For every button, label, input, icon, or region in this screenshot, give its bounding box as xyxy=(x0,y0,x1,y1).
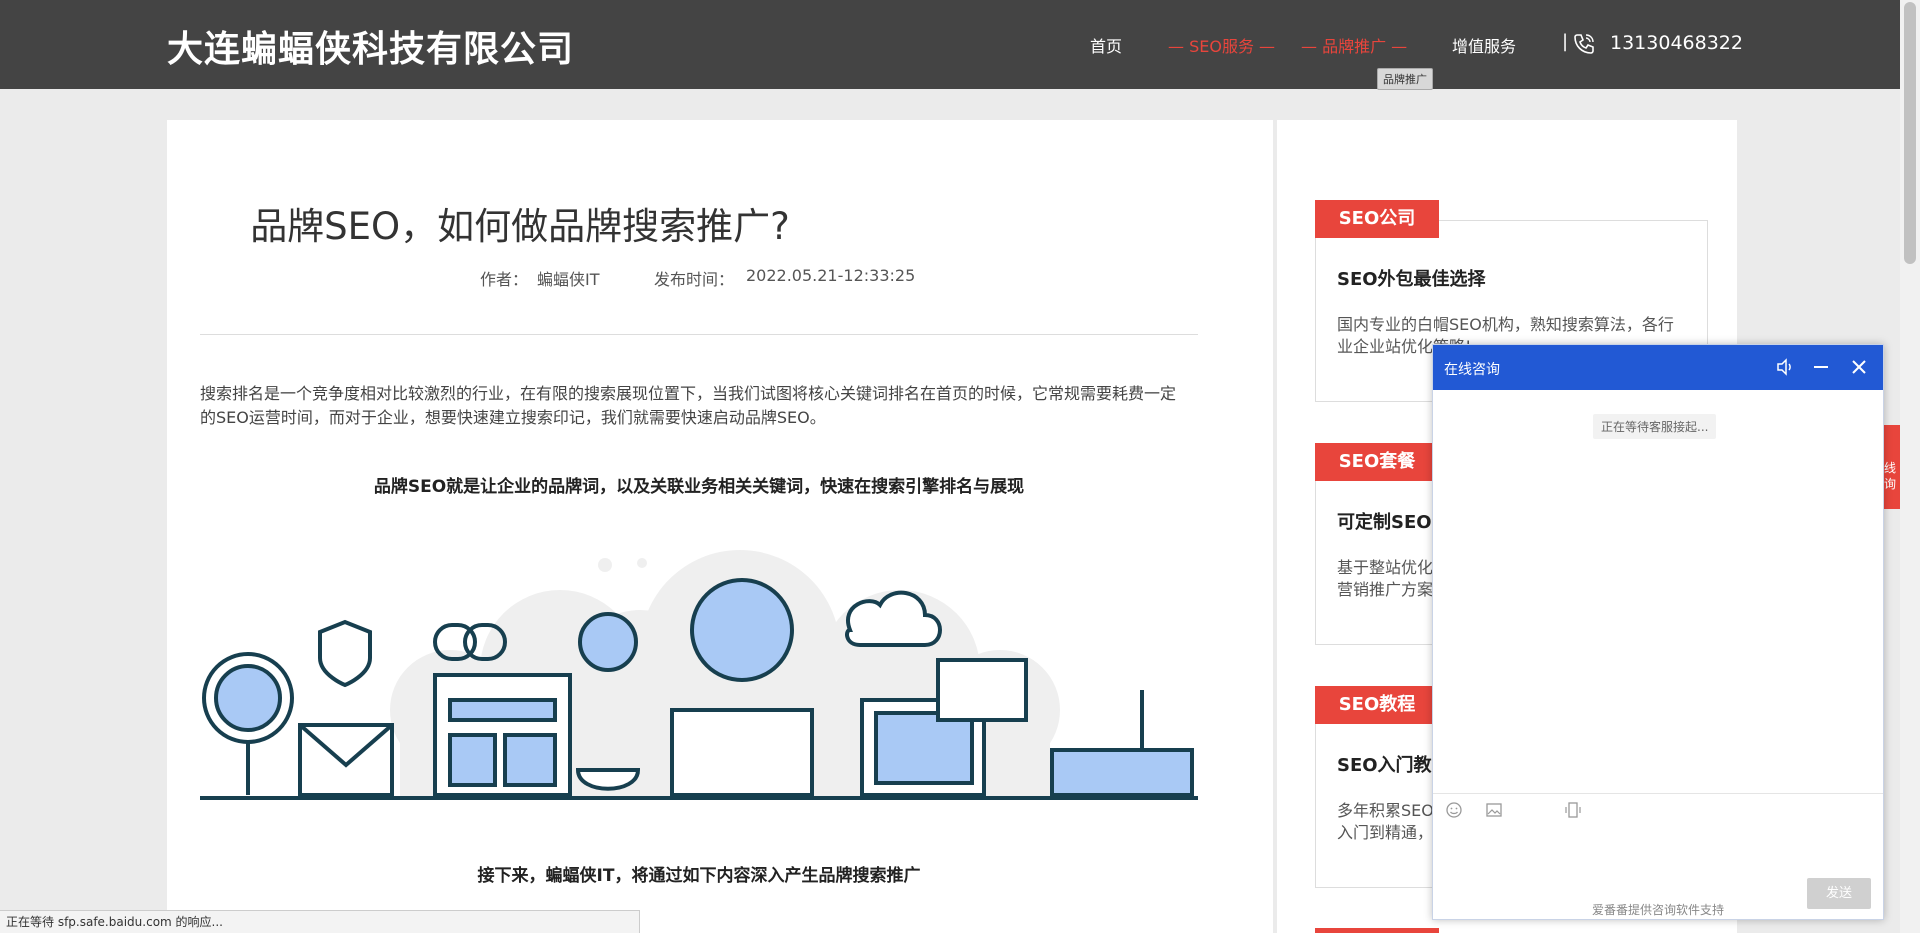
close-icon[interactable] xyxy=(1849,357,1869,377)
article-title: 品牌SEO，如何做品牌搜索推广? xyxy=(250,205,790,248)
article-paragraph: 搜索排名是一个竞争度相对比较激烈的行业，在有限的搜索展现位置下，当我们试图将核心… xyxy=(200,384,1177,427)
vibrate-icon[interactable] xyxy=(1564,801,1582,819)
date-label: 发布时间： xyxy=(654,270,735,289)
site-logo[interactable]: 大连蝙蝠侠科技有限公司 xyxy=(167,20,574,72)
sidebar-heading-seo-package[interactable]: 可定制SEO xyxy=(1337,508,1432,534)
sidebar-text-seo-tutorial: 多年积累SEO入门到精通， xyxy=(1337,801,1434,842)
nav-seo-service[interactable]: — SEO服务 — xyxy=(1168,33,1275,57)
sidebar-heading-seo-tutorial[interactable]: SEO入门教 xyxy=(1337,751,1432,777)
sidebar-tag-seo-package[interactable]: SEO套餐 xyxy=(1315,443,1439,481)
chat-footer-credit: 爱番番提供咨询软件支持 xyxy=(1591,903,1724,917)
chat-title: 在线咨询 xyxy=(1444,362,1500,378)
speaker-icon[interactable] xyxy=(1775,357,1795,377)
chat-toolbar-divider xyxy=(1433,793,1883,794)
article-next-line: 接下来，蝙蝠侠IT，将通过如下内容深入产生品牌搜索推广 xyxy=(477,866,921,886)
page-scrollbar[interactable] xyxy=(1900,0,1920,933)
title-divider xyxy=(200,334,1198,335)
emoji-icon[interactable] xyxy=(1445,801,1463,819)
browser-status-bar: 正在等待 sfp.safe.baidu.com 的响应... xyxy=(0,910,640,933)
article-highlight: 品牌SEO就是让企业的品牌词，以及关联业务相关关键词，快速在搜索引擎排名与展现 xyxy=(373,477,1025,497)
nav-brand-promo[interactable]: — 品牌推广 — xyxy=(1301,33,1407,57)
sidebar-tag-seo-company[interactable]: SEO公司 xyxy=(1315,200,1439,238)
sidebar-heading-seo-company[interactable]: SEO外包最佳选择 xyxy=(1337,265,1486,291)
minimize-icon[interactable] xyxy=(1811,357,1831,377)
sidebar-tag-seo-tutorial[interactable]: SEO教程 xyxy=(1315,686,1439,724)
top-navbar: 大连蝙蝠侠科技有限公司 首页 — SEO服务 — — 品牌推广 — 增值服务 |… xyxy=(0,0,1900,90)
phone-icon xyxy=(1574,34,1594,54)
nav-tooltip: 品牌推广 xyxy=(1377,68,1433,90)
sidebar-tag-next xyxy=(1315,928,1439,933)
chat-widget: 在线咨询 正在等待客服接起... 发送 爱番番提供咨询软件支持 xyxy=(1432,344,1884,920)
publish-date: 2022.05.21-12:33:25 xyxy=(746,266,916,285)
author-name: 蝙蝠侠IT xyxy=(537,270,600,289)
phone-number[interactable]: 13130468322 xyxy=(1610,32,1743,54)
seo-illustration-image xyxy=(200,550,1198,800)
nav-value-added[interactable]: 增值服务 xyxy=(1452,33,1516,57)
nav-home[interactable]: 首页 xyxy=(1090,33,1122,57)
scrollbar-thumb[interactable] xyxy=(1904,2,1916,264)
sidebar-text-seo-package: 基于整站优化营销推广方案 xyxy=(1337,558,1434,599)
image-upload-icon[interactable] xyxy=(1485,801,1503,819)
author-label: 作者： xyxy=(480,270,529,289)
chat-waiting-status: 正在等待客服接起... xyxy=(1593,414,1717,439)
nav-separator: | xyxy=(1562,31,1569,52)
chat-header: 在线咨询 xyxy=(1433,345,1883,390)
